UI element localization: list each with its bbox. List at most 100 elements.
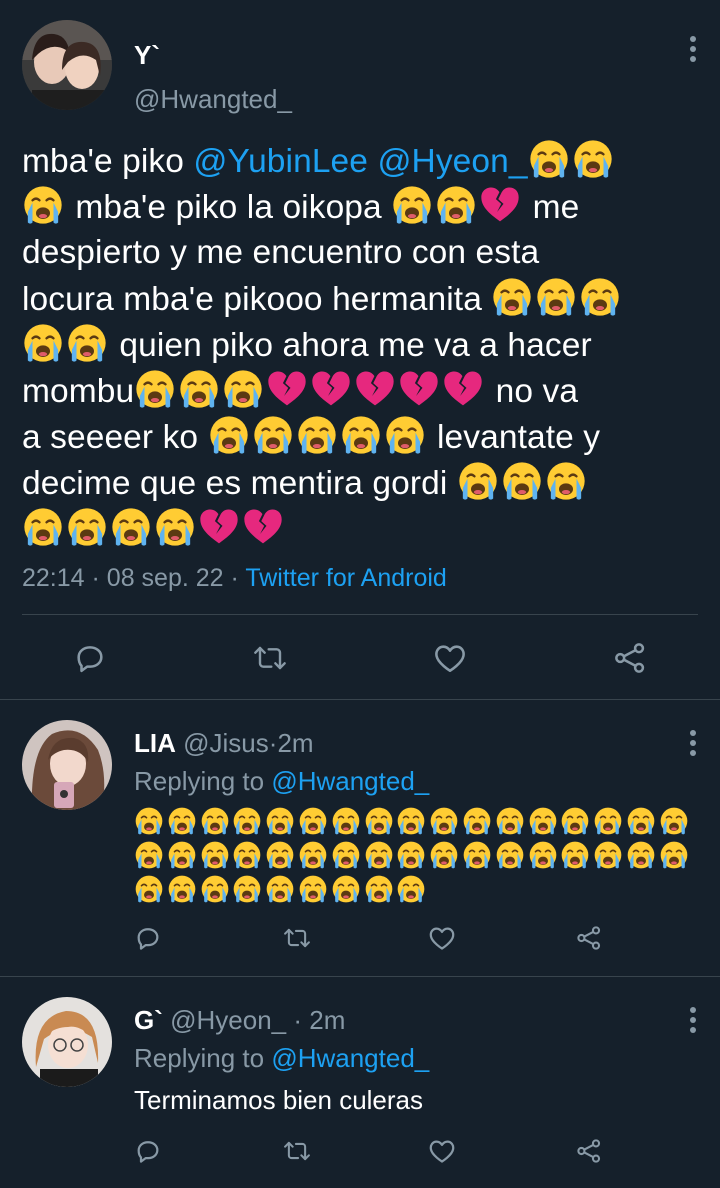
loudly-crying-emoji: [384, 414, 426, 456]
loudly-crying-emoji: [167, 874, 197, 904]
loudly-crying-emoji: [340, 414, 382, 456]
heart-icon[interactable]: [426, 922, 458, 954]
loudly-crying-emoji: [560, 806, 590, 836]
tweet-text-line: mba'e piko @YubinLee @Hyeon_: [22, 138, 702, 184]
loudly-crying-emoji: [22, 322, 64, 364]
loudly-crying-emoji: [134, 874, 164, 904]
reply-emoji-text: [134, 806, 704, 908]
author-name[interactable]: Y`: [134, 40, 160, 70]
tweet-text-segment: locura mba'e pikooo hermanita: [22, 281, 492, 318]
reply-tweet[interactable]: LIA @Jisus·2m Replying to @Hwangted_: [0, 700, 720, 976]
loudly-crying-emoji: [396, 806, 426, 836]
loudly-crying-emoji: [429, 806, 459, 836]
loudly-crying-emoji: [200, 806, 230, 836]
emoji-row: [134, 840, 704, 874]
tweet-text-line: [22, 506, 702, 552]
tweet-age: 2m: [309, 1005, 346, 1035]
tweet-text-line: decime que es mentira gordi: [22, 460, 702, 506]
broken-heart-emoji: [479, 184, 521, 226]
loudly-crying-emoji: [429, 840, 459, 870]
author-handle[interactable]: @Jisus: [183, 728, 269, 758]
emoji-row: [134, 806, 704, 840]
meta-separator: ·: [293, 1005, 303, 1035]
share-icon[interactable]: [573, 922, 605, 954]
loudly-crying-emoji: [364, 874, 394, 904]
loudly-crying-emoji: [572, 138, 614, 180]
reply-tweet[interactable]: G` @Hyeon_ · 2m Replying to @Hwangted_ T…: [0, 977, 720, 1188]
reply-icon[interactable]: [132, 1135, 164, 1167]
tweet-text-line: despierto y me encuentro con esta: [22, 230, 702, 276]
emoji-row: [134, 874, 704, 908]
broken-heart-emoji: [398, 368, 440, 410]
loudly-crying-emoji: [528, 806, 558, 836]
mention-link[interactable]: @YubinLee: [193, 143, 368, 180]
loudly-crying-emoji: [560, 840, 590, 870]
loudly-crying-emoji: [265, 840, 295, 870]
loudly-crying-emoji: [579, 276, 621, 318]
tweet-thread-screen: Y` @Hwangted_ mba'e piko @YubinLee @Hyeo…: [0, 0, 720, 1188]
loudly-crying-emoji: [391, 184, 433, 226]
share-icon[interactable]: [610, 638, 650, 678]
reply-icon[interactable]: [132, 922, 164, 954]
broken-heart-emoji: [354, 368, 396, 410]
tweet-date: 08 sep. 22: [106, 564, 224, 592]
tweet-text-segment: decime que es mentira gordi: [22, 465, 457, 502]
loudly-crying-emoji: [167, 840, 197, 870]
avatar[interactable]: [22, 20, 112, 110]
author-handle[interactable]: @Hyeon_: [170, 1005, 286, 1035]
retweet-icon[interactable]: [280, 1135, 314, 1167]
loudly-crying-emoji: [491, 276, 533, 318]
broken-heart-emoji: [310, 368, 352, 410]
loudly-crying-emoji: [208, 414, 250, 456]
loudly-crying-emoji: [265, 874, 295, 904]
share-icon[interactable]: [573, 1135, 605, 1167]
meta-separator: ·: [91, 564, 100, 592]
heart-icon[interactable]: [430, 638, 470, 678]
broken-heart-emoji: [442, 368, 484, 410]
avatar[interactable]: [22, 997, 112, 1087]
loudly-crying-emoji: [501, 460, 543, 502]
tweet-text-line: mba'e piko la oikopa me: [22, 184, 702, 230]
tweet-text-segment: mombu: [22, 373, 135, 410]
reply-icon[interactable]: [70, 638, 110, 678]
tweet-text-segment: mba'e piko: [22, 143, 194, 180]
more-vertical-icon[interactable]: [683, 730, 703, 756]
tweet-meta: 22:14 · 08 sep. 22 · Twitter for Android: [22, 562, 447, 594]
loudly-crying-emoji: [331, 874, 361, 904]
loudly-crying-emoji: [495, 840, 525, 870]
replying-to-link[interactable]: @Hwangted_: [271, 1043, 429, 1073]
tweet-source-link[interactable]: Twitter for Android: [245, 564, 446, 592]
loudly-crying-emoji: [331, 840, 361, 870]
more-vertical-icon[interactable]: [683, 1007, 703, 1033]
replying-to: Replying to @Hwangted_: [134, 1043, 429, 1073]
loudly-crying-emoji: [659, 840, 689, 870]
author-name[interactable]: LIA: [134, 728, 176, 758]
loudly-crying-emoji: [134, 806, 164, 836]
loudly-crying-emoji: [178, 368, 220, 410]
avatar[interactable]: [22, 720, 112, 810]
broken-heart-emoji: [242, 506, 284, 548]
loudly-crying-emoji: [252, 414, 294, 456]
tweet-time: 22:14: [22, 564, 85, 592]
replying-label: Replying to: [134, 766, 265, 796]
loudly-crying-emoji: [66, 322, 108, 364]
replying-to-link[interactable]: @Hwangted_: [271, 766, 429, 796]
loudly-crying-emoji: [296, 414, 338, 456]
loudly-crying-emoji: [298, 806, 328, 836]
loudly-crying-emoji: [659, 806, 689, 836]
loudly-crying-emoji: [22, 506, 64, 548]
retweet-icon[interactable]: [248, 638, 292, 678]
heart-icon[interactable]: [426, 1135, 458, 1167]
more-vertical-icon[interactable]: [683, 36, 703, 62]
retweet-icon[interactable]: [280, 922, 314, 954]
author-handle[interactable]: @Hwangted_: [134, 84, 292, 114]
loudly-crying-emoji: [462, 840, 492, 870]
loudly-crying-emoji: [593, 806, 623, 836]
mention-link[interactable]: @Hyeon_: [377, 143, 527, 180]
loudly-crying-emoji: [110, 506, 152, 548]
loudly-crying-emoji: [66, 506, 108, 548]
broken-heart-emoji: [198, 506, 240, 548]
loudly-crying-emoji: [593, 840, 623, 870]
author-name[interactable]: G`: [134, 1005, 163, 1035]
divider: [22, 614, 698, 615]
